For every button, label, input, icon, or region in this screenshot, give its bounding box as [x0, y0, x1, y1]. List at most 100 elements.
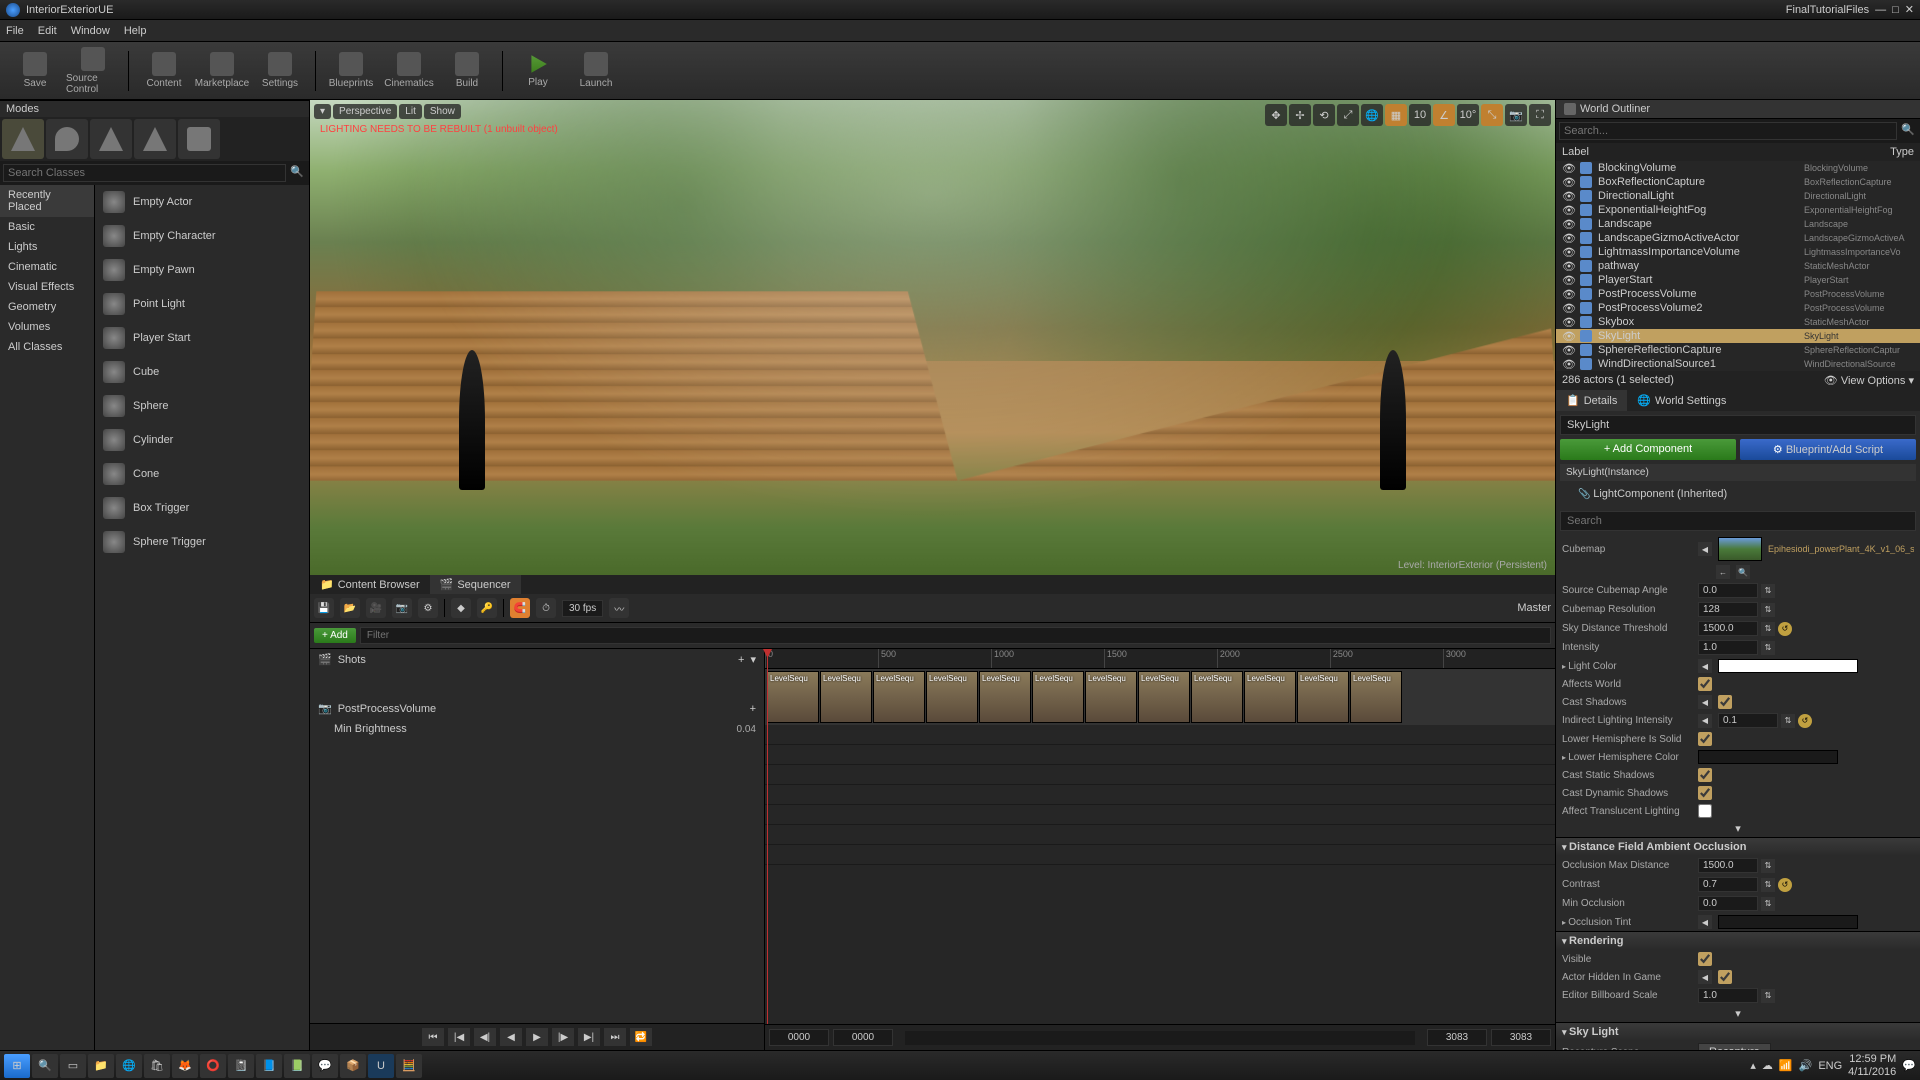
word-button[interactable]: 📘	[256, 1054, 282, 1078]
skype-button[interactable]: 💬	[312, 1054, 338, 1078]
shot-frame-11[interactable]: LevelSequ	[1350, 671, 1402, 723]
lower-color-swatch[interactable]	[1698, 750, 1838, 764]
perspective-dropdown[interactable]: Perspective	[333, 104, 397, 119]
shot-frame-3[interactable]: LevelSequ	[926, 671, 978, 723]
cast-dynamic-checkbox[interactable]	[1698, 786, 1712, 800]
affect-trans-checkbox[interactable]	[1698, 804, 1712, 818]
viewport-options[interactable]: ▾	[314, 104, 331, 119]
occlusion-tint-swatch[interactable]	[1718, 915, 1858, 929]
value-input[interactable]	[1698, 877, 1758, 892]
visibility-icon[interactable]: 👁	[1562, 190, 1574, 202]
play-forward-button[interactable]: ▶	[526, 1028, 548, 1046]
spinner[interactable]: ⇅	[1761, 584, 1775, 598]
billboard-input[interactable]	[1698, 988, 1758, 1003]
autokey-button[interactable]: 🔑	[477, 598, 497, 618]
value-input[interactable]	[1698, 858, 1758, 873]
firefox-button[interactable]: 🦊	[172, 1054, 198, 1078]
save-button[interactable]: Save	[8, 46, 62, 96]
snap-button[interactable]: 🧲	[510, 598, 530, 618]
expand-button[interactable]: ◀	[1698, 695, 1712, 709]
current-frame[interactable]: 0000	[833, 1029, 893, 1046]
maximize-button[interactable]: □	[1892, 4, 1899, 16]
world-settings-tab[interactable]: 🌐World Settings	[1627, 390, 1736, 411]
outliner-row-postprocessvolume2[interactable]: 👁PostProcessVolume2PostProcessVolume	[1556, 301, 1920, 315]
scrubber[interactable]	[905, 1031, 1415, 1045]
category-cinematic[interactable]: Cinematic	[0, 257, 94, 277]
content-browser-tab[interactable]: 📁Content Browser	[310, 575, 430, 594]
placeable-cone[interactable]: Cone	[95, 457, 309, 491]
shots-filmstrip[interactable]: LevelSequLevelSequLevelSequLevelSequLeve…	[765, 669, 1555, 725]
recapture-button[interactable]: Recapture	[1698, 1043, 1771, 1050]
expand-button[interactable]: ◀	[1698, 970, 1712, 984]
menu-edit[interactable]: Edit	[38, 25, 57, 37]
view-options-button[interactable]: 👁 View Options ▾	[1824, 374, 1914, 387]
search-classes-input[interactable]	[3, 164, 286, 182]
spinner[interactable]: ⇅	[1761, 603, 1775, 617]
dfao-header[interactable]: Distance Field Ambient Occlusion	[1556, 838, 1920, 856]
value-input[interactable]	[1698, 583, 1758, 598]
start-frame[interactable]: 0000	[769, 1029, 829, 1046]
category-all-classes[interactable]: All Classes	[0, 337, 94, 357]
playhead[interactable]	[767, 649, 768, 1050]
cubemap-thumbnail[interactable]	[1718, 537, 1762, 561]
value-input[interactable]	[1698, 602, 1758, 617]
store-button[interactable]: 🛍	[144, 1054, 170, 1078]
prev-cubemap-button[interactable]: ◀	[1698, 542, 1712, 556]
placeable-sphere[interactable]: Sphere	[95, 389, 309, 423]
spinner[interactable]: ⇅	[1761, 622, 1775, 636]
outliner-row-landscape[interactable]: 👁LandscapeLandscape	[1556, 217, 1920, 231]
expand-advanced[interactable]: ▾	[1556, 1005, 1920, 1022]
coord-toggle[interactable]: 🌐	[1361, 104, 1383, 126]
notifications-icon[interactable]: 💬	[1902, 1059, 1916, 1072]
shot-frame-4[interactable]: LevelSequ	[979, 671, 1031, 723]
expand-button[interactable]: ◀	[1698, 714, 1712, 728]
outliner-row-pathway[interactable]: 👁pathwayStaticMeshActor	[1556, 259, 1920, 273]
visibility-icon[interactable]: 👁	[1562, 344, 1574, 356]
spinner[interactable]: ⇅	[1781, 714, 1795, 728]
outliner-row-winddirectionalsource1[interactable]: 👁WindDirectionalSource1WindDirectionalSo…	[1556, 357, 1920, 371]
spinner[interactable]: ⇅	[1761, 859, 1775, 873]
loop-button[interactable]: 🔁	[630, 1028, 652, 1046]
search-button[interactable]: 🔍	[32, 1054, 58, 1078]
outliner-row-landscapegizmoactiveactor[interactable]: 👁LandscapeGizmoActiveActorLandscapeGizmo…	[1556, 231, 1920, 245]
shot-frame-7[interactable]: LevelSequ	[1138, 671, 1190, 723]
outliner-row-directionallight[interactable]: 👁DirectionalLightDirectionalLight	[1556, 189, 1920, 203]
show-dropdown[interactable]: Show	[424, 104, 461, 119]
use-selected-button[interactable]: ←	[1716, 565, 1730, 579]
end-frame-1[interactable]: 3083	[1427, 1029, 1487, 1046]
component-skylight[interactable]: SkyLight(Instance)	[1560, 464, 1916, 481]
app-button[interactable]: 📦	[340, 1054, 366, 1078]
step-back-key-button[interactable]: |◀	[448, 1028, 470, 1046]
settings-button[interactable]: Settings	[253, 46, 307, 96]
grid-size[interactable]: 10	[1409, 104, 1431, 126]
skylight-header[interactable]: Sky Light	[1556, 1023, 1920, 1041]
shots-track[interactable]: 🎬Shots+▾	[310, 649, 764, 670]
blueprints-button[interactable]: Blueprints	[324, 46, 378, 96]
camera-button[interactable]: 📷	[392, 598, 412, 618]
type-column-header[interactable]: Type	[1890, 146, 1914, 158]
end-frame-2[interactable]: 3083	[1491, 1029, 1551, 1046]
category-volumes[interactable]: Volumes	[0, 317, 94, 337]
outliner-row-playerstart[interactable]: 👁PlayerStartPlayerStart	[1556, 273, 1920, 287]
task-view-button[interactable]: ▭	[60, 1054, 86, 1078]
cast-shadows-checkbox[interactable]	[1718, 695, 1732, 709]
volume-icon[interactable]: 🔊	[1799, 1059, 1813, 1072]
options-button[interactable]: ▾	[750, 653, 756, 666]
rendering-header[interactable]: Rendering	[1556, 932, 1920, 950]
view-mode-dropdown[interactable]: Lit	[399, 104, 422, 119]
close-button[interactable]: ✕	[1905, 3, 1914, 16]
details-tab[interactable]: 📋Details	[1556, 390, 1627, 411]
browse-button[interactable]: 🔍	[1736, 565, 1750, 579]
visibility-icon[interactable]: 👁	[1562, 232, 1574, 244]
file-explorer-button[interactable]: 📁	[88, 1054, 114, 1078]
actor-name-input[interactable]	[1560, 415, 1916, 435]
category-recently-placed[interactable]: Recently Placed	[0, 185, 94, 217]
select-tool[interactable]: ✥	[1265, 104, 1287, 126]
spinner[interactable]: ⇅	[1761, 897, 1775, 911]
add-shot-button[interactable]: +	[738, 654, 744, 666]
outliner-row-blockingvolume[interactable]: 👁BlockingVolumeBlockingVolume	[1556, 161, 1920, 175]
add-track-button[interactable]: + Add	[314, 628, 356, 643]
outliner-row-lightmassimportancevolume[interactable]: 👁LightmassImportanceVolumeLightmassImpor…	[1556, 245, 1920, 259]
blueprint-add-script-button[interactable]: ⚙ Blueprint/Add Script	[1740, 439, 1916, 460]
calc-button[interactable]: 🧮	[396, 1054, 422, 1078]
